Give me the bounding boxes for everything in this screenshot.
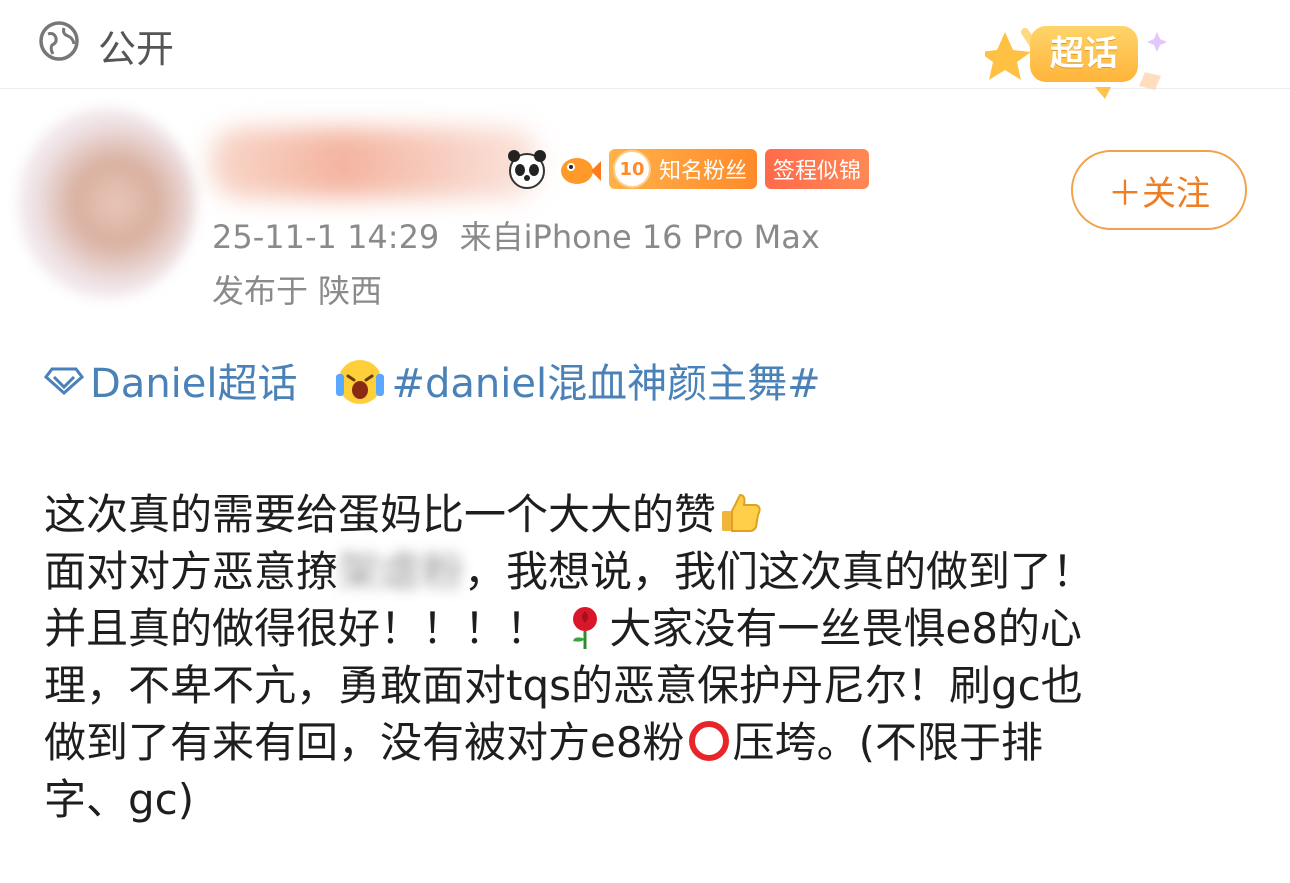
- top-bar: 公开 超话: [0, 0, 1290, 99]
- fan-level: 10: [613, 150, 651, 188]
- blurred-text: 架虐粉: [338, 547, 465, 596]
- panda-icon: [508, 150, 546, 189]
- thumbs-up-icon: [722, 493, 761, 532]
- post-line-5: 做到了有来有回，没有被对方e8粉 压垮。(不限于排: [44, 718, 1043, 767]
- crying-face-icon: [335, 360, 384, 404]
- topic-row: Daniel超话 #daniel混血神颜主舞#: [44, 350, 821, 410]
- source: 来自iPhone 16 Pro Max: [459, 218, 820, 256]
- post-line-3: 并且真的做得很好！！！！ 大家没有一丝畏惧e8的心: [44, 604, 1082, 653]
- fan-badge[interactable]: 10 知名粉丝: [609, 149, 758, 189]
- fish-icon: [561, 158, 601, 184]
- chaohua-badge[interactable]: 超话: [1030, 26, 1138, 82]
- fan-label: 知名粉丝: [659, 159, 748, 184]
- chaohua-link[interactable]: Daniel超话: [90, 351, 298, 409]
- username-blurred[interactable]: [210, 128, 540, 198]
- red-circle-icon: [688, 721, 729, 761]
- post-meta: 25-11-1 14:29 来自iPhone 16 Pro Max: [212, 212, 820, 258]
- post-body: 这次真的需要给蛋妈比一个大大的赞 面对对方恶意撩架虐粉，我想说，我们这次真的做到…: [44, 486, 1264, 828]
- location: 发布于 陕西: [212, 272, 383, 310]
- rose-icon: [573, 607, 598, 649]
- visibility-label[interactable]: 公开: [98, 18, 174, 73]
- post-line-4: 理，不卑不亢，勇敢面对tqs的恶意保护丹尼尔！刷gc也: [44, 661, 1083, 710]
- sign-badge[interactable]: 签程似锦: [765, 149, 870, 189]
- globe-icon: [39, 21, 79, 61]
- follow-button[interactable]: ＋关注: [1071, 150, 1247, 230]
- badge-row: 10 知名粉丝 签程似锦: [505, 146, 870, 192]
- post-line-2: 面对对方恶意撩架虐粉，我想说，我们这次真的做到了！: [44, 547, 1095, 596]
- avatar[interactable]: [18, 108, 196, 298]
- timestamp: 25-11-1 14:29: [212, 218, 440, 256]
- hashtag-link[interactable]: #daniel混血神颜主舞#: [392, 351, 821, 409]
- diamond-icon: [44, 367, 84, 395]
- post-line-6: 字、gc): [44, 775, 195, 824]
- post-line-1: 这次真的需要给蛋妈比一个大大的赞: [44, 486, 1264, 543]
